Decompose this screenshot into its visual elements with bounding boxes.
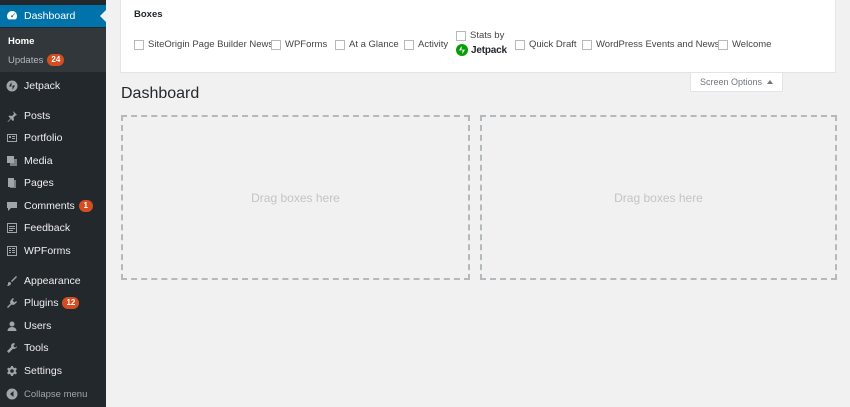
pin-icon	[6, 110, 18, 122]
plug-icon	[6, 297, 18, 309]
portfolio-icon	[6, 132, 18, 144]
option-stats-by-jetpack[interactable]: Stats by Jetpack	[456, 30, 507, 56]
sidebar-item-dashboard[interactable]: Dashboard	[0, 5, 106, 27]
checkbox[interactable]	[718, 39, 728, 50]
sidebar-item-comments[interactable]: Comments 1	[0, 195, 106, 217]
sidebar-item-users[interactable]: Users	[0, 315, 106, 337]
sidebar-item-label: Dashboard	[24, 10, 76, 22]
collapse-arrow-icon	[6, 388, 18, 400]
submenu-home[interactable]: Home	[8, 36, 34, 47]
dashboard-submenu: Home Updates 24	[0, 28, 106, 72]
option-welcome[interactable]: Welcome	[718, 39, 771, 50]
sidebar-item-settings[interactable]: Settings	[0, 360, 106, 382]
sidebar-item-plugins[interactable]: Plugins 12	[0, 292, 106, 314]
wrench-icon	[6, 342, 18, 354]
checkbox[interactable]	[404, 39, 414, 50]
screen-options-panel: Boxes SiteOrigin Page Builder News WPFor…	[120, 0, 836, 73]
submenu-updates[interactable]: Updates 24	[8, 54, 65, 66]
sidebar-item-wpforms[interactable]: WPForms	[0, 240, 106, 262]
sidebar-item-portfolio[interactable]: Portfolio	[0, 127, 106, 149]
collapse-menu-button[interactable]: Collapse menu	[0, 383, 106, 405]
checkbox[interactable]	[456, 30, 466, 41]
admin-sidebar: Dashboard Home Updates 24 Jetpack Posts …	[0, 0, 106, 407]
feedback-icon	[6, 222, 18, 234]
media-icon	[6, 155, 18, 167]
caret-up-icon	[767, 80, 774, 84]
comment-icon	[6, 200, 18, 212]
forms-icon	[6, 245, 18, 257]
option-activity[interactable]: Activity	[404, 39, 448, 50]
comments-count-badge: 1	[78, 200, 93, 212]
checkbox[interactable]	[271, 39, 281, 50]
updates-count-badge: 24	[47, 54, 65, 66]
sidebar-item-appearance[interactable]: Appearance	[0, 270, 106, 292]
sidebar-item-jetpack[interactable]: Jetpack	[0, 75, 106, 97]
brush-icon	[6, 275, 18, 287]
boxes-heading: Boxes	[134, 9, 163, 20]
checkbox[interactable]	[335, 39, 345, 50]
settings-icon	[6, 365, 18, 377]
option-wordpress-events[interactable]: WordPress Events and News	[582, 39, 719, 50]
sidebar-item-tools[interactable]: Tools	[0, 337, 106, 359]
option-siteorigin-news[interactable]: SiteOrigin Page Builder News	[134, 39, 273, 50]
screen-options-toggle[interactable]: Screen Options	[690, 73, 783, 92]
checkbox[interactable]	[134, 39, 144, 50]
current-indicator	[100, 10, 106, 22]
sidebar-item-media[interactable]: Media	[0, 150, 106, 172]
checkbox[interactable]	[582, 39, 592, 50]
sidebar-item-feedback[interactable]: Feedback	[0, 217, 106, 239]
option-at-a-glance[interactable]: At a Glance	[335, 39, 399, 50]
sidebar-item-posts[interactable]: Posts	[0, 105, 106, 127]
sidebar-item-pages[interactable]: Pages	[0, 172, 106, 194]
option-quick-draft[interactable]: Quick Draft	[515, 39, 577, 50]
dashboard-dropzone-left[interactable]: Drag boxes here	[121, 115, 470, 280]
jetpack-logo-icon	[456, 44, 468, 56]
option-wpforms[interactable]: WPForms	[271, 39, 327, 50]
page-title: Dashboard	[121, 85, 200, 102]
pages-icon	[6, 177, 18, 189]
dashboard-icon	[6, 10, 18, 22]
plugins-count-badge: 12	[62, 297, 80, 309]
jetpack-icon	[6, 80, 18, 92]
dashboard-dropzone-right[interactable]: Drag boxes here	[480, 115, 837, 280]
checkbox[interactable]	[515, 39, 525, 50]
user-icon	[6, 320, 18, 332]
jetpack-wordmark: Jetpack	[471, 44, 507, 56]
